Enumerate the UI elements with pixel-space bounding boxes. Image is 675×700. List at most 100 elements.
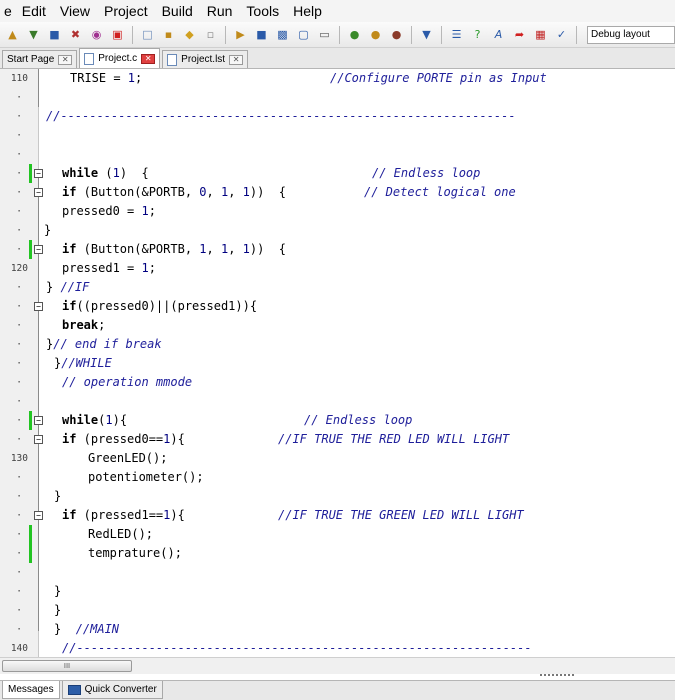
tab-project-c[interactable]: Project.c ✕ xyxy=(79,48,161,68)
line-dot: · xyxy=(16,434,22,445)
menu-help[interactable]: Help xyxy=(286,0,329,22)
menu-tools[interactable]: Tools xyxy=(239,0,286,22)
menu-build[interactable]: Build xyxy=(155,0,200,22)
program-icon[interactable]: ▼ xyxy=(418,26,435,43)
panel-splitter-grip[interactable] xyxy=(540,674,574,678)
code-comment[interactable]: //IF TRUE THE GREEN LED WILL LIGHT xyxy=(278,506,524,525)
code-line[interactable]: }// end if break xyxy=(46,335,162,354)
statistics-icon[interactable]: ▦ xyxy=(532,26,549,43)
code-comment[interactable]: //IF TRUE THE RED LED WILL LIGHT xyxy=(278,430,509,449)
line-dot: · xyxy=(16,605,22,616)
file-icon xyxy=(167,53,178,66)
ascii-chart-icon[interactable]: A xyxy=(490,26,507,43)
code-comment[interactable]: // Detect logical one xyxy=(364,183,516,202)
code-line[interactable]: if (pressed0==1){ xyxy=(62,430,185,449)
new-project-icon[interactable]: ▲ xyxy=(4,26,21,43)
line-dot: · xyxy=(16,149,22,160)
new-file-icon[interactable]: □ xyxy=(139,26,156,43)
code-editor[interactable]: − − − − − − − TRISE = 1; //Configure POR… xyxy=(0,69,675,657)
line-dot: · xyxy=(16,358,22,369)
code-line[interactable]: TRISE = 1; xyxy=(70,69,142,88)
fold-toggle-icon[interactable]: − xyxy=(34,302,43,311)
horizontal-scrollbar[interactable]: III xyxy=(0,657,675,674)
fold-guide xyxy=(38,69,39,107)
code-line[interactable]: if((pressed0)||(pressed1)){ xyxy=(62,297,257,316)
open-file-icon[interactable]: ▪ xyxy=(160,26,177,43)
fold-toggle-icon[interactable]: − xyxy=(34,245,43,254)
print-icon[interactable]: ▭ xyxy=(316,26,333,43)
code-comment[interactable]: // operation mmode xyxy=(62,373,192,392)
code-line[interactable]: }//WHILE xyxy=(54,354,112,373)
build-icon[interactable]: ● xyxy=(346,26,363,43)
fold-toggle-icon[interactable]: − xyxy=(34,511,43,520)
code-line[interactable]: while (1) { xyxy=(62,164,149,183)
tab-project-lst[interactable]: Project.lst ✕ xyxy=(162,50,249,68)
fold-toggle-icon[interactable]: − xyxy=(34,188,43,197)
scrollbar-thumb[interactable]: III xyxy=(2,660,132,672)
line-dot: · xyxy=(16,111,22,122)
menu-edit[interactable]: Edit xyxy=(15,0,53,22)
modified-line-marker xyxy=(29,525,32,563)
line-dot: · xyxy=(16,529,22,540)
code-line[interactable]: RedLED(); xyxy=(88,525,153,544)
code-line[interactable]: } //MAIN xyxy=(54,620,119,639)
menu-run[interactable]: Run xyxy=(200,0,240,22)
build-program-icon[interactable]: ● xyxy=(388,26,405,43)
export-icon[interactable]: ➦ xyxy=(511,26,528,43)
project-edit-icon[interactable]: ◉ xyxy=(88,26,105,43)
question-icon[interactable]: ? xyxy=(469,26,486,43)
recent-file-icon[interactable]: ◆ xyxy=(181,26,198,43)
code-line[interactable]: if (Button(&PORTB, 0, 1, 1)) { xyxy=(62,183,286,202)
save-all-icon[interactable]: ▩ xyxy=(274,26,291,43)
build-all-icon[interactable]: ● xyxy=(367,26,384,43)
menu-view[interactable]: View xyxy=(53,0,97,22)
open-folder-icon[interactable]: ▶ xyxy=(232,26,249,43)
line-dot: · xyxy=(16,567,22,578)
file-icon xyxy=(84,52,95,65)
code-comment[interactable]: // Endless loop xyxy=(304,411,412,430)
code-line[interactable]: pressed1 = 1; xyxy=(62,259,156,278)
save-as-icon[interactable]: ▢ xyxy=(295,26,312,43)
code-line[interactable]: } xyxy=(54,582,61,601)
code-line[interactable]: temprature(); xyxy=(88,544,182,563)
close-icon[interactable]: ✕ xyxy=(58,54,73,65)
close-project-icon[interactable]: ✖ xyxy=(67,26,84,43)
menu-project[interactable]: Project xyxy=(97,0,155,22)
stop-icon[interactable]: ▣ xyxy=(109,26,126,43)
file-options-icon[interactable]: ▫ xyxy=(202,26,219,43)
code-line[interactable]: } xyxy=(44,221,51,240)
code-line[interactable]: GreenLED(); xyxy=(88,449,167,468)
line-dot: · xyxy=(16,301,22,312)
code-line[interactable]: } xyxy=(54,487,61,506)
close-icon[interactable]: ✕ xyxy=(229,54,244,65)
code-line[interactable]: while(1){ xyxy=(62,411,127,430)
menu-file-partial[interactable]: e xyxy=(4,0,15,22)
line-dot: · xyxy=(16,396,22,407)
save-icon[interactable]: ■ xyxy=(253,26,270,43)
code-line[interactable]: } xyxy=(54,601,61,620)
close-icon[interactable]: ✕ xyxy=(141,53,156,64)
tab-messages[interactable]: Messages xyxy=(2,681,60,699)
code-line[interactable]: if (Button(&PORTB, 1, 1, 1)) { xyxy=(62,240,286,259)
code-comment[interactable]: //--------------------------------------… xyxy=(62,639,614,658)
layout-select[interactable]: Debug layout xyxy=(587,25,675,44)
save-project-icon[interactable]: ■ xyxy=(46,26,63,43)
listing-icon[interactable]: ☰ xyxy=(448,26,465,43)
code-line[interactable]: potentiometer(); xyxy=(88,468,204,487)
code-line[interactable]: break; xyxy=(62,316,105,335)
code-comment[interactable]: //Configure PORTE pin as Input xyxy=(330,69,547,88)
code-line[interactable]: } //IF xyxy=(46,278,89,297)
tab-start-page[interactable]: Start Page ✕ xyxy=(2,50,78,68)
open-project-icon[interactable]: ▼ xyxy=(25,26,42,43)
options-icon[interactable]: ✓ xyxy=(553,26,570,43)
tab-quick-converter[interactable]: Quick Converter xyxy=(61,681,163,699)
line-dot: · xyxy=(16,282,22,293)
fold-toggle-icon[interactable]: − xyxy=(34,169,43,178)
code-line[interactable]: if (pressed1==1){ xyxy=(62,506,185,525)
fold-toggle-icon[interactable]: − xyxy=(34,435,43,444)
code-comment[interactable]: // Endless loop xyxy=(372,164,480,183)
calculator-icon xyxy=(67,684,81,695)
code-comment[interactable]: //--------------------------------------… xyxy=(46,107,606,126)
code-line[interactable]: pressed0 = 1; xyxy=(62,202,156,221)
fold-toggle-icon[interactable]: − xyxy=(34,416,43,425)
